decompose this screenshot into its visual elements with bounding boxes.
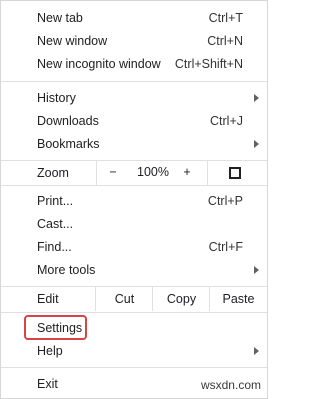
cast-label: Cast... <box>37 217 74 231</box>
bookmarks-label: Bookmarks <box>37 137 100 151</box>
menu-item-more-tools[interactable]: More tools <box>1 258 267 282</box>
copy-button[interactable]: Copy <box>152 287 210 311</box>
new-tab-label: New tab <box>37 11 83 25</box>
cut-button[interactable]: Cut <box>95 287 153 311</box>
find-shortcut: Ctrl+F <box>208 240 243 254</box>
settings-highlight-box <box>24 315 87 340</box>
new-incognito-label: New incognito window <box>37 57 161 71</box>
menu-item-new-window[interactable]: New window Ctrl+N <box>1 29 267 53</box>
submenu-arrow-icon <box>254 266 259 274</box>
new-window-shortcut: Ctrl+N <box>207 34 243 48</box>
new-window-label: New window <box>37 34 108 48</box>
menu-item-print[interactable]: Print... Ctrl+P <box>1 189 267 213</box>
submenu-arrow-icon <box>254 94 259 102</box>
zoom-controls: − 100% + <box>96 161 208 185</box>
watermark: wsxdn.com <box>200 378 261 392</box>
menu-item-find[interactable]: Find... Ctrl+F <box>1 235 267 259</box>
divider <box>1 312 267 313</box>
zoom-row: Zoom − 100% + <box>1 161 267 185</box>
downloads-label: Downloads <box>37 114 99 128</box>
zoom-out-button[interactable]: − <box>103 165 123 179</box>
paste-button[interactable]: Paste <box>209 287 267 311</box>
menu-item-history[interactable]: History <box>1 86 267 110</box>
chrome-main-menu: New tab Ctrl+T New window Ctrl+N New inc… <box>0 0 268 399</box>
downloads-shortcut: Ctrl+J <box>210 114 243 128</box>
new-tab-shortcut: Ctrl+T <box>208 11 243 25</box>
menu-item-downloads[interactable]: Downloads Ctrl+J <box>1 109 267 133</box>
zoom-in-button[interactable]: + <box>177 165 197 179</box>
fullscreen-icon[interactable] <box>229 167 241 179</box>
help-label: Help <box>37 344 63 358</box>
menu-item-new-tab[interactable]: New tab Ctrl+T <box>1 6 267 30</box>
divider <box>1 185 267 186</box>
menu-item-bookmarks[interactable]: Bookmarks <box>1 132 267 156</box>
submenu-arrow-icon <box>254 140 259 148</box>
zoom-level: 100% <box>137 165 169 179</box>
more-tools-label: More tools <box>37 263 96 277</box>
divider <box>1 81 267 82</box>
zoom-label: Zoom <box>37 166 69 180</box>
find-label: Find... <box>37 240 72 254</box>
edit-row: Edit Cut Copy Paste <box>1 287 267 311</box>
exit-label: Exit <box>37 377 58 391</box>
new-incognito-shortcut: Ctrl+Shift+N <box>174 57 243 71</box>
edit-label: Edit <box>37 292 59 306</box>
menu-item-new-incognito-window[interactable]: New incognito window Ctrl+Shift+N <box>1 52 267 76</box>
menu-item-cast[interactable]: Cast... <box>1 212 267 236</box>
divider <box>1 367 267 368</box>
print-label: Print... <box>37 194 74 208</box>
menu-item-help[interactable]: Help <box>1 339 267 363</box>
history-label: History <box>37 91 76 105</box>
submenu-arrow-icon <box>254 347 259 355</box>
print-shortcut: Ctrl+P <box>207 194 243 208</box>
